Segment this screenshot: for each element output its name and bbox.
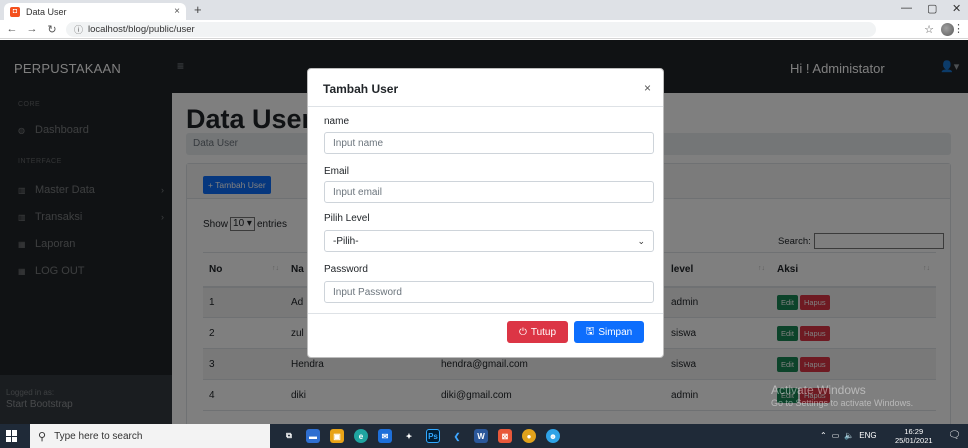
tab-close-icon[interactable]: × xyxy=(174,6,180,17)
activation-watermark: Activate Windows Go to Settings to activ… xyxy=(771,383,913,408)
bookmark-star-icon[interactable]: ☆ xyxy=(924,23,934,36)
close-button-label: Tutup xyxy=(530,326,557,338)
address-bar-row: ← → ↻ ⓘ localhost/blog/public/user ☆ ⋮ xyxy=(0,20,968,39)
password-input[interactable]: Input Password xyxy=(324,281,654,303)
minimize-button[interactable]: — xyxy=(901,2,912,14)
level-select[interactable]: -Pilih- ⌄ xyxy=(324,230,654,252)
modal-close-icon[interactable]: × xyxy=(644,81,651,95)
browser-tab[interactable]: ◘ Data User × xyxy=(4,3,186,20)
reload-icon[interactable]: ↻ xyxy=(44,23,60,36)
satellite-icon[interactable]: ✦ xyxy=(402,429,416,443)
save-button[interactable]: 🖫 Simpan xyxy=(574,321,644,343)
url-text: localhost/blog/public/user xyxy=(88,23,195,35)
chat-app-icon[interactable]: ☻ xyxy=(546,429,560,443)
taskbar-search[interactable]: ⚲ Type here to search xyxy=(30,424,270,448)
modal-header: Tambah User × xyxy=(308,69,663,107)
store-icon[interactable]: ▣ xyxy=(330,429,344,443)
vscode-icon[interactable]: ❮ xyxy=(450,429,464,443)
password-label: Password xyxy=(324,264,368,275)
window-close-button[interactable]: ✕ xyxy=(952,2,961,15)
watermark-title: Activate Windows xyxy=(771,383,866,397)
save-disk-icon: 🖫 xyxy=(585,325,595,337)
clock-date: 25/01/2021 xyxy=(895,436,933,445)
chevron-down-icon: ⌄ xyxy=(637,236,645,246)
email-input[interactable]: Input email xyxy=(324,181,654,203)
info-icon[interactable]: ⓘ xyxy=(74,23,83,36)
level-label: Pilih Level xyxy=(324,213,370,224)
language-indicator[interactable]: ENG xyxy=(859,431,876,440)
notification-icon[interactable]: 🗨 xyxy=(948,430,961,441)
photoshop-icon[interactable]: Ps xyxy=(426,429,440,443)
name-input[interactable]: Input name xyxy=(324,132,654,154)
watermark-subtitle: Go to Settings to activate Windows. xyxy=(771,398,914,408)
maximize-button[interactable]: ▢ xyxy=(927,2,937,15)
level-select-value: -Pilih- xyxy=(333,236,359,247)
volume-icon[interactable]: 🔈 xyxy=(844,431,854,440)
edge-icon[interactable]: e xyxy=(354,429,368,443)
file-explorer-icon[interactable]: ▬ xyxy=(306,429,320,443)
task-view-icon[interactable]: ⧉ xyxy=(282,429,296,443)
modal-title: Tambah User xyxy=(323,82,399,96)
windows-start-icon[interactable] xyxy=(6,430,18,442)
browser-tab-bar: ◘ Data User × + — ▢ ✕ xyxy=(0,0,968,20)
xampp-icon[interactable]: ⊠ xyxy=(498,429,512,443)
add-user-modal: Tambah User × name Input name Email Inpu… xyxy=(307,68,664,358)
save-button-label: Simpan xyxy=(598,326,633,338)
forward-arrow-icon[interactable]: → xyxy=(24,23,40,35)
new-tab-button[interactable]: + xyxy=(194,2,202,17)
favicon-icon: ◘ xyxy=(10,6,20,17)
email-label: Email xyxy=(324,166,350,177)
chrome-icon[interactable]: ● xyxy=(522,429,536,443)
battery-icon[interactable]: ▭ xyxy=(832,431,840,440)
search-icon: ⚲ xyxy=(38,430,47,443)
taskbar-search-placeholder: Type here to search xyxy=(54,430,143,442)
power-icon: ⏻ xyxy=(518,326,527,338)
taskbar-clock[interactable]: 16:29 25/01/2021 xyxy=(895,427,933,445)
chevron-up-icon[interactable]: ⌃ xyxy=(820,431,827,440)
windows-taskbar: ⚲ Type here to search ⧉ ▬ ▣ e ✉ ✦ Ps ❮ W… xyxy=(0,424,968,448)
browser-menu-icon[interactable]: ⋮ xyxy=(953,22,964,35)
clock-time: 16:29 xyxy=(904,427,924,436)
url-field[interactable]: ⓘ localhost/blog/public/user xyxy=(66,21,876,37)
system-tray: ⌃ ▭ 🔈 ENG xyxy=(820,431,877,440)
close-button[interactable]: ⏻ Tutup xyxy=(507,321,568,343)
back-arrow-icon[interactable]: ← xyxy=(4,23,20,35)
tab-title: Data User xyxy=(26,6,67,17)
mail-icon[interactable]: ✉ xyxy=(378,429,392,443)
word-icon[interactable]: W xyxy=(474,429,488,443)
modal-footer-divider xyxy=(308,313,663,314)
name-label: name xyxy=(324,116,350,127)
